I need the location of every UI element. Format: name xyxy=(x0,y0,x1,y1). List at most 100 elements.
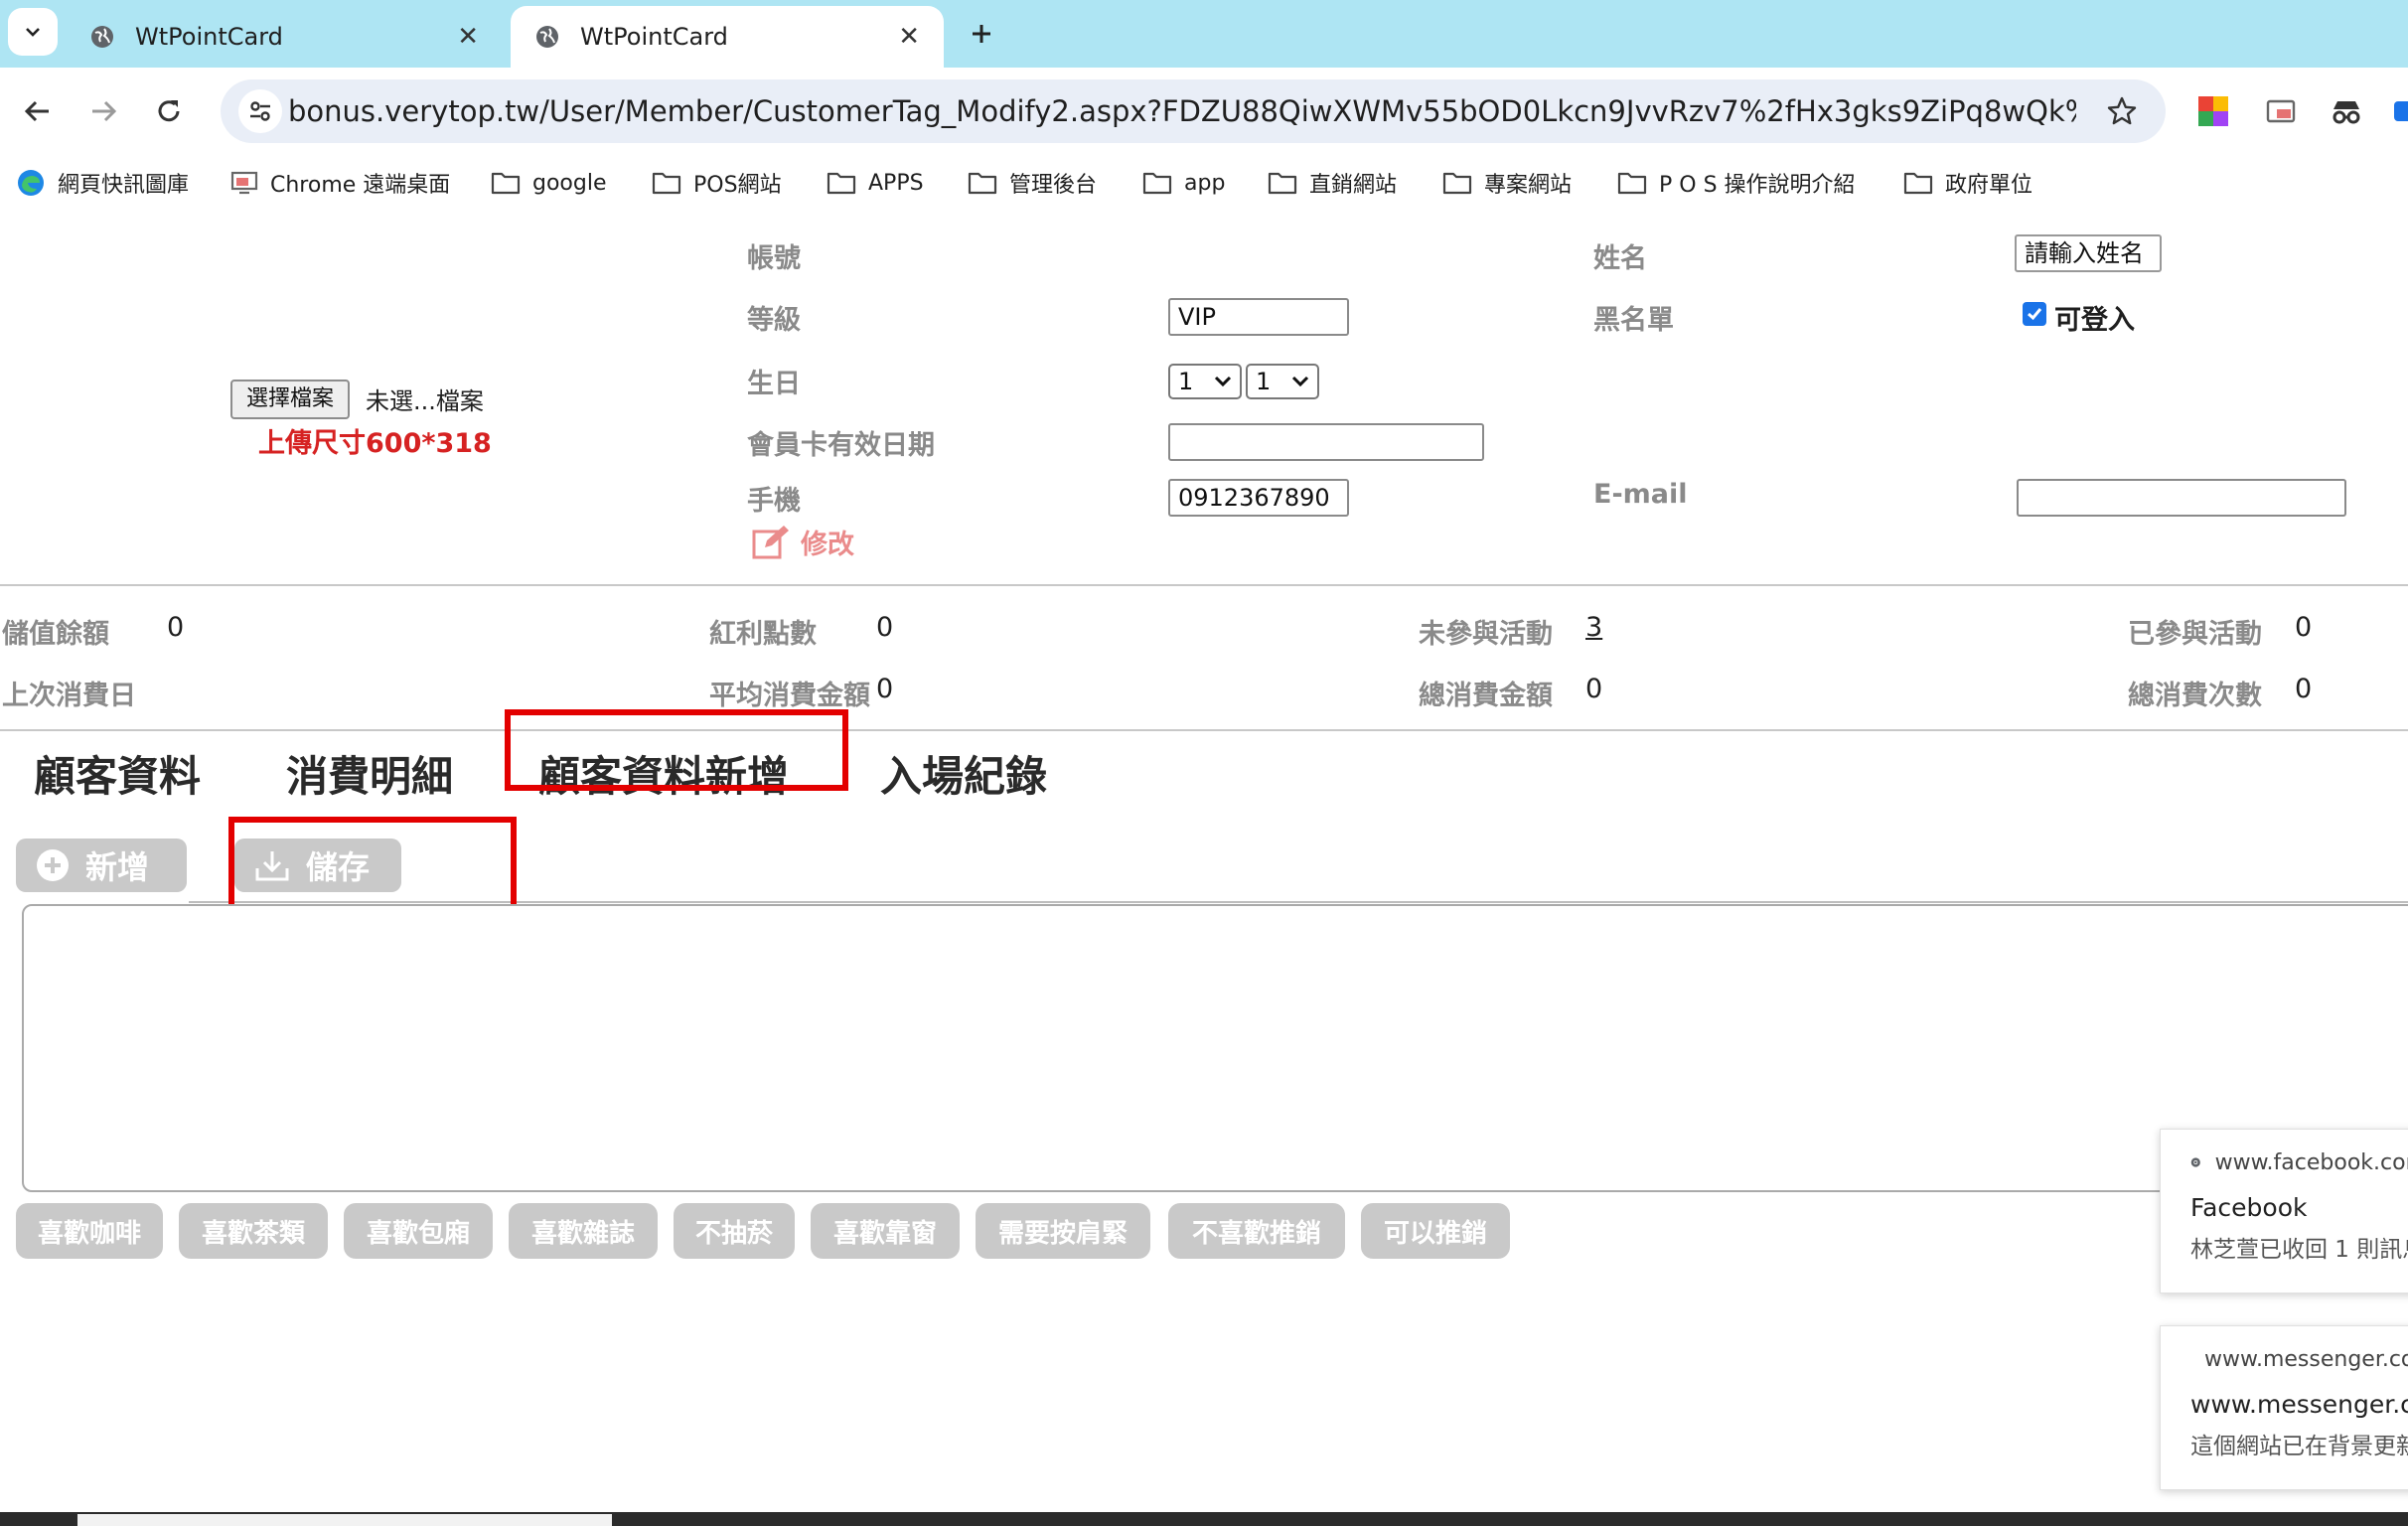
not-joined-link[interactable]: 3 xyxy=(1585,612,1602,643)
taskbar-item[interactable] xyxy=(77,1514,612,1526)
arrow-left-icon xyxy=(24,100,49,122)
address-bar[interactable]: bonus.verytop.tw/User/Member/CustomerTag… xyxy=(221,79,2166,143)
edit-link[interactable]: 修改 xyxy=(751,523,854,561)
tag-button[interactable]: 可以推銷 xyxy=(1361,1203,1510,1259)
close-tab-icon[interactable]: ✕ xyxy=(898,22,920,52)
tag-button[interactable]: 喜歡雜誌 xyxy=(509,1203,658,1259)
bookmark-4[interactable]: POS網站 xyxy=(652,155,782,211)
url-text[interactable]: bonus.verytop.tw/User/Member/CustomerTag… xyxy=(288,79,2076,143)
birthday-label: 生日 xyxy=(747,369,801,399)
add-button[interactable]: 新增 xyxy=(16,839,187,892)
bookmark-5[interactable]: APPS xyxy=(827,155,924,211)
select-value: 1 xyxy=(1256,368,1272,395)
birthday-day-select[interactable]: 1 xyxy=(1246,364,1319,399)
divider xyxy=(0,729,2408,731)
bookmark-label: 網頁快訊圖庫 xyxy=(58,173,190,198)
bookmark-label: 直銷網站 xyxy=(1309,173,1398,198)
browser-tab-2-active[interactable]: WtPointCard ✕ xyxy=(511,6,944,68)
extension-google-apps[interactable] xyxy=(2193,91,2233,131)
edge-logo-icon xyxy=(18,170,44,196)
new-tab-button[interactable] xyxy=(962,14,1001,54)
level-input[interactable]: VIP xyxy=(1168,298,1349,336)
browser-toolbar: bonus.verytop.tw/User/Member/CustomerTag… xyxy=(0,68,2408,155)
bookmark-label: 管理後台 xyxy=(1009,173,1098,198)
tag-button[interactable]: 喜歡包廂 xyxy=(344,1203,493,1259)
bookmark-8[interactable]: 直銷網站 xyxy=(1268,155,1397,211)
notification-origin: www.messenger.com xyxy=(2204,1346,2408,1372)
notification-origin: www.facebook.com xyxy=(2214,1149,2408,1175)
birthday-month-select[interactable]: 1 xyxy=(1168,364,1242,399)
back-button[interactable] xyxy=(16,89,60,133)
tag-button[interactable]: 不抽菸 xyxy=(674,1203,795,1259)
page-content: 選擇檔案 未選...檔案 上傳尺寸600*318 帳號 姓名 請輸入姓名 等級 … xyxy=(0,211,2408,1514)
joined-value: 0 xyxy=(2295,612,2313,643)
bookmark-label: APPS xyxy=(868,170,924,196)
bookmark-7[interactable]: app xyxy=(1142,155,1225,211)
tag-button[interactable]: 喜歡靠窗 xyxy=(811,1203,960,1259)
bookmark-11[interactable]: 政府單位 xyxy=(1903,155,2032,211)
bookmark-label: app xyxy=(1184,170,1226,196)
extension-cast[interactable] xyxy=(2261,91,2301,131)
tag-button[interactable]: 喜歡茶類 xyxy=(179,1203,328,1259)
bookmarks-bar: 網頁快訊圖庫 Chrome 遠端桌面 google POS網站 APPS 管理後… xyxy=(0,155,2408,211)
globe-icon xyxy=(91,26,113,48)
no-file-text: 未選...檔案 xyxy=(366,387,484,415)
tab-customer-info[interactable]: 顧客資料 xyxy=(34,743,201,804)
last-purchase-label: 上次消費日 xyxy=(2,681,136,711)
folder-icon xyxy=(968,172,997,195)
mobile-input[interactable]: 0912367890 xyxy=(1168,479,1349,517)
stored-balance-value: 0 xyxy=(167,612,185,643)
chevron-down-icon xyxy=(1214,376,1232,387)
not-joined-label: 未參與活動 xyxy=(1419,619,1553,650)
bookmark-2[interactable]: Chrome 遠端桌面 xyxy=(230,155,450,211)
bookmark-label: P O S 操作說明介紹 xyxy=(1659,173,1856,198)
divider xyxy=(189,901,2408,903)
select-value: 1 xyxy=(1178,368,1194,395)
bookmark-3[interactable]: google xyxy=(491,155,607,211)
notification-body: 這個網站已在背景更新 xyxy=(2190,1434,2408,1459)
choose-file-button[interactable]: 選擇檔案 xyxy=(230,380,351,419)
tab-entry-records[interactable]: 入場紀錄 xyxy=(880,743,1047,804)
total-count-label: 總消費次數 xyxy=(2128,681,2262,711)
extension-incognito[interactable] xyxy=(2327,91,2366,131)
folder-icon xyxy=(1617,172,1647,195)
forward-button[interactable] xyxy=(81,89,125,133)
folder-icon xyxy=(491,172,521,195)
highlight-box-tab xyxy=(505,709,848,791)
bonus-points-label: 紅利點數 xyxy=(709,619,817,650)
total-count-value: 0 xyxy=(2295,674,2313,704)
browser-tab-1[interactable]: WtPointCard ✕ xyxy=(66,6,503,68)
extension-partial[interactable] xyxy=(2388,91,2408,131)
bookmark-label: google xyxy=(532,170,607,196)
tag-button[interactable]: 需要按肩緊 xyxy=(976,1203,1150,1259)
edit-label: 修改 xyxy=(801,530,854,560)
tab-purchase-details[interactable]: 消費明細 xyxy=(286,743,453,804)
site-info-button[interactable] xyxy=(238,89,282,133)
notification-messenger[interactable]: www.messenger.com www.messenger.com 這個網站… xyxy=(2160,1325,2408,1490)
tab-search-button[interactable] xyxy=(8,8,58,56)
reload-button[interactable] xyxy=(147,89,191,133)
tags-textarea[interactable] xyxy=(22,904,2408,1192)
can-login-checkbox[interactable] xyxy=(2023,302,2046,326)
notification-title: Facebook xyxy=(2190,1193,2308,1222)
bookmark-1[interactable]: 網頁快訊圖庫 xyxy=(16,155,189,211)
name-input[interactable]: 請輸入姓名 xyxy=(2015,234,2162,272)
bookmark-6[interactable]: 管理後台 xyxy=(968,155,1097,211)
close-tab-icon[interactable]: ✕ xyxy=(457,22,479,52)
divider xyxy=(0,584,2408,586)
tag-button[interactable]: 不喜歡推銷 xyxy=(1168,1203,1345,1259)
bookmark-star-button[interactable] xyxy=(2102,91,2142,131)
tab-title: WtPointCard xyxy=(135,23,283,51)
arrow-right-icon xyxy=(92,100,117,122)
bookmark-10[interactable]: P O S 操作說明介紹 xyxy=(1617,155,1856,211)
folder-icon xyxy=(1903,172,1933,195)
notification-facebook[interactable]: www.facebook.com Facebook 林芝萱已收回 1 則訊息 xyxy=(2160,1129,2408,1294)
email-input[interactable] xyxy=(2017,479,2346,517)
taskbar-edge xyxy=(0,1512,2408,1526)
bookmark-9[interactable]: 專案網站 xyxy=(1442,155,1572,211)
joined-label: 已參與活動 xyxy=(2128,619,2262,650)
blacklist-label: 黑名單 xyxy=(1593,305,1674,336)
card-expiry-input[interactable] xyxy=(1168,423,1484,461)
tag-button[interactable]: 喜歡咖啡 xyxy=(16,1203,163,1259)
color-grid-icon xyxy=(2198,96,2228,126)
